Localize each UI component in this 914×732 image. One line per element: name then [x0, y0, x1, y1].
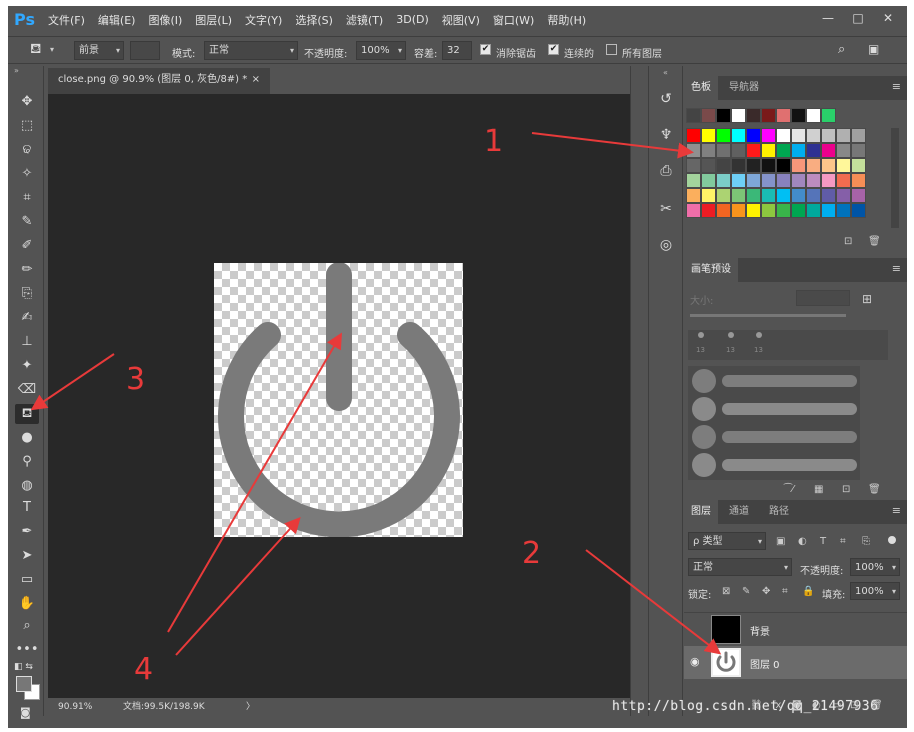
arrow-4a — [167, 332, 343, 633]
annotation-label-1: 1 — [484, 124, 504, 159]
arrow-3 — [30, 353, 115, 411]
arrow-2 — [585, 549, 722, 655]
annotation-label-3: 3 — [126, 362, 146, 397]
annotation-label-2: 2 — [522, 536, 542, 571]
watermark: http://blog.csdn.net/qq_21497936 — [612, 699, 879, 714]
annotation-label-4: 4 — [134, 652, 154, 687]
arrow-1 — [531, 132, 694, 159]
